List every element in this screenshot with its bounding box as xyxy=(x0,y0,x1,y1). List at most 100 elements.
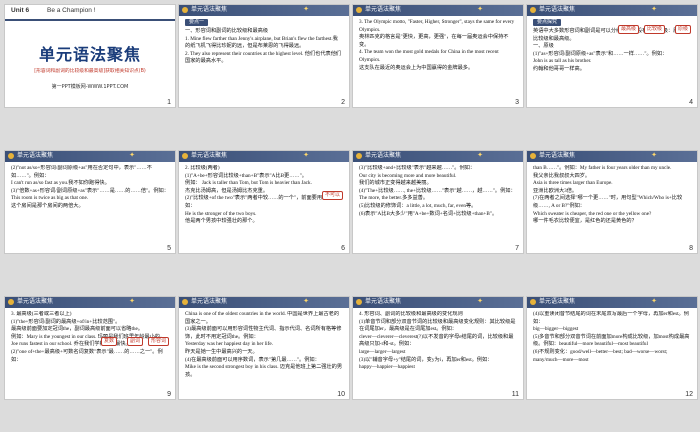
slide-text-line: 我父亲比我叔叔大四岁。 xyxy=(533,172,591,179)
star-icon: ✦ xyxy=(303,6,309,13)
header-dot-icon xyxy=(182,299,188,305)
slide-grid: Unit 6 Be a Champion ! 单元语法聚焦 [形容词和副词的比较… xyxy=(0,0,700,432)
slide-text-line: (2)"not as/so+形容词/副词原级+as"用在否定句中，表示"……不如… xyxy=(11,165,152,179)
slide-header-bar: 单元语法聚焦 ✦ xyxy=(5,151,175,162)
slide-body: 要点一 一、形容词和副词的比较级和最高级 1. Mine flew farther … xyxy=(185,19,343,97)
slide-text-line: I can't run as/so fast as you.我不如你跑得快。 xyxy=(11,180,110,187)
slide-text-line: Mike is the second strongest boy in his … xyxy=(185,364,343,378)
slide-text-line: 3. The Olympic motto, "Faster, Higher, S… xyxy=(359,19,515,33)
slide-body: than B……"。例如：My father is four years old… xyxy=(533,165,691,243)
slide-header-title: 单元语法聚焦 xyxy=(191,299,228,305)
slide-body: 4. 形容词、副词的比较级和最高级的变化规则 (1)单音节词和部分双音节词的比较级… xyxy=(359,311,517,389)
slide-thumbnail-1[interactable]: Unit 6 Be a Champion ! 单元语法聚焦 [形容词和副词的比较… xyxy=(4,4,176,108)
slide-text-line: 2. 比较级(两者) xyxy=(185,165,220,171)
header-dot-icon xyxy=(8,153,14,159)
slide-body: (3)"比较级+and+比较级"表示"越来越……"。例如： Our city is… xyxy=(359,165,517,243)
slide-text-line: 1. Mine flew farther than Jenny's airpla… xyxy=(185,35,338,50)
slide-number: 5 xyxy=(167,245,171,252)
slide-header-title: 单元语法聚焦 xyxy=(365,7,402,13)
slide-text-line: than B……"。例如：My father is four years old… xyxy=(533,165,672,171)
highlight-stamp: 比较级 xyxy=(643,25,665,34)
slide-header-title: 单元语法聚焦 xyxy=(191,153,228,159)
slide-text-line: (3)"倍数+as+形容词/副词原级+as"表示"……是……的……倍"。例如： xyxy=(11,187,169,194)
slide-header-bar: 单元语法聚焦 ✦ xyxy=(179,151,349,162)
slide-header-bar: 单元语法聚焦 ✦ xyxy=(179,5,349,16)
highlight-stamp: 不可以 xyxy=(321,191,343,200)
slide-text-line: Joe runs fastest in our school. 乔在我们学校跑得… xyxy=(11,341,131,348)
slide-header-title: 单元语法聚焦 xyxy=(539,7,576,13)
slide-number: 12 xyxy=(685,391,693,398)
slide-body: 3. 最高级(三者或三者以上) (1)"the+形容词/副词的最高级+of/in+… xyxy=(11,311,169,389)
highlight-stamp: 形容词 xyxy=(147,337,169,346)
star-icon: ✦ xyxy=(477,298,483,305)
slide-text-line: (1)"as+形容词/副词原级+as"表示"和……一样……"。例如： xyxy=(533,50,668,57)
slide-text-line: (2)"比较级+of the two"表示"两者中较……的一个"，前面要用the… xyxy=(185,195,339,209)
slide-header-title: 单元语法聚焦 xyxy=(17,153,54,159)
slide-header-title: 单元语法聚焦 xyxy=(539,299,576,305)
header-dot-icon xyxy=(356,7,362,13)
slide-title: 单元语法聚焦 xyxy=(38,45,141,64)
slide-thumbnail-10[interactable]: 单元语法聚焦 ✦ China is one of the oldest countr… xyxy=(178,296,350,400)
slide-thumbnail-8[interactable]: 单元语法聚焦 ✦ than B……"。例如：My father is four ye… xyxy=(526,150,698,254)
slide-body: 要点探究英语中大多数形容词和副词是可以分级的，一般有三个等级：原级、比较级和最高… xyxy=(533,19,691,97)
slide-thumbnail-4[interactable]: 单元语法聚焦 ✦ 要点探究 英语中大多数形容词和副词是可以分级的，一般有三个等级：原级… xyxy=(526,4,698,108)
slide-thumbnail-11[interactable]: 单元语法聚焦 ✦ 4. 形容词、副词的比较级和最高级的变化规则 (1)单音节词和部分双… xyxy=(352,296,524,400)
slide-header-bar: 单元语法聚焦 ✦ xyxy=(353,151,523,162)
slide-text-line: 例如： Jack is taller than Tom, but Tom is … xyxy=(185,180,312,187)
slide-thumbnail-5[interactable]: 单元语法聚焦 ✦ (2)"not as/so+形容词/副词原级+as"用在否定句中，… xyxy=(4,150,176,254)
slide-text-line: 这个房间是那个房间的两倍大。 xyxy=(11,202,84,209)
slide-thumbnail-9[interactable]: 单元语法聚焦 ✦ 3. 最高级(三者或三者以上) (1)"the+形容词/副词的最高级… xyxy=(4,296,176,400)
slide-header-bar: 单元语法聚焦 ✦ xyxy=(5,297,175,308)
slide-thumbnail-12[interactable]: 单元语法聚焦 ✦ (4)以重读闭音节结尾的词在末尾双写最后一个字母，再加er和est… xyxy=(526,296,698,400)
slide-text-line: happy—happier—happiest xyxy=(359,364,415,371)
slide-text-line: John is as tall as his brother. xyxy=(533,58,592,65)
slide-text-line: 英语中大多数形容词和副词是可以分级的，一般有三个等级：原级、比较级和最高级。 xyxy=(533,28,689,42)
slide-number: 4 xyxy=(689,99,693,106)
header-dot-icon xyxy=(530,153,536,159)
star-icon: ✦ xyxy=(651,298,657,305)
slide-header-title: 单元语法聚焦 xyxy=(365,153,402,159)
slide-text-line: (5)比较级的修饰词：a little, a lot, much, far, e… xyxy=(359,202,477,209)
slide-text-line: Asia is three times larger than Europe. xyxy=(533,180,613,187)
slide-header-bar: 单元语法聚焦 ✦ xyxy=(353,5,523,16)
slide-text-line: big—bigger—biggest xyxy=(533,326,579,333)
highlight-stamp: 最高级 xyxy=(617,25,639,34)
slide-number: 9 xyxy=(167,391,171,398)
slide-text-line: The more, the better.多多益善。 xyxy=(359,195,429,202)
slide-number: 2 xyxy=(341,99,345,106)
slide-text-line: 昨天是她一生中最高兴的一天。 xyxy=(185,348,258,355)
star-icon: ✦ xyxy=(129,152,135,159)
slide-text-line: China is one of the oldest countries in … xyxy=(185,311,340,325)
site-credit: 第一PPT模板网-WWW.1PPT.COM xyxy=(51,84,129,90)
slide-body: (2)"not as/so+形容词/副词原级+as"用在否定句中，表示"……不如… xyxy=(11,165,169,243)
slide-header-title: 单元语法聚焦 xyxy=(191,7,228,13)
slide-thumbnail-2[interactable]: 单元语法聚焦 ✦ 要点一 一、形容词和副词的比较级和最高级 1. Mine flew f… xyxy=(178,4,350,108)
slide-text-line: (6)不规则变化：good/well—better—best; bad—wors… xyxy=(533,348,668,355)
star-icon: ✦ xyxy=(477,6,483,13)
slide-text-line: This room is twice as big as that one. xyxy=(11,195,89,202)
slide-text-line: 3. 最高级(三者或三者以上) xyxy=(11,311,72,317)
slide-thumbnail-3[interactable]: 单元语法聚焦 ✦ 3. The Olympic motto, "Faster, Hi… xyxy=(352,4,524,108)
section-tag: 要点一 xyxy=(185,19,209,26)
slide-header-bar: 单元语法聚焦 ✦ xyxy=(179,297,349,308)
slide-subtitle: [形容词和副词的比较级和最高级]获取相关知识点(B) xyxy=(34,69,146,74)
slide-text-line: 哪一件毛衣比较便宜，是红色的还是黄色的？ xyxy=(533,218,637,225)
slide-text-line: clever—cleverer—cleverest(?)以不发音的字母e结尾的词… xyxy=(359,333,514,348)
slide-text-line: (5)多音节和部分双音节词在前面加more构成比较级，加most构成最高级。例如… xyxy=(533,333,690,348)
slide-body: 2. 比较级(两者) (1)"A+be+形容词比较级+than+B"表示"A比B更… xyxy=(185,165,343,243)
slide-number: 6 xyxy=(341,245,345,252)
slide-thumbnail-7[interactable]: 单元语法聚焦 ✦ (3)"比较级+and+比较级"表示"越来越……"。例如： Our … xyxy=(352,150,524,254)
slide-number: 1 xyxy=(167,99,171,106)
slide-text-line: 2. They also represent their countries a… xyxy=(185,50,342,65)
slide-body: China is one of the oldest countries in … xyxy=(185,311,343,389)
slide-number: 8 xyxy=(689,245,693,252)
section-tag: 要点探究 xyxy=(533,19,562,26)
slide-text-line: (2)"one of+the+最高级+可数名词复数"表示"最……的……之一"。例… xyxy=(11,348,163,363)
slide-thumbnail-6[interactable]: 单元语法聚焦 ✦ 2. 比较级(两者) (1)"A+be+形容词比较级+than+B"… xyxy=(178,150,350,254)
slide-header-title: 单元语法聚焦 xyxy=(17,299,54,305)
unit-label: Unit 6 xyxy=(11,7,30,14)
slide-text-line: (3)"比较级+and+比较级"表示"越来越……"。例如： xyxy=(359,165,476,171)
star-icon: ✦ xyxy=(303,152,309,159)
slide-number: 11 xyxy=(511,391,519,398)
slide-body: 3. The Olympic motto, "Faster, Higher, S… xyxy=(359,19,517,97)
